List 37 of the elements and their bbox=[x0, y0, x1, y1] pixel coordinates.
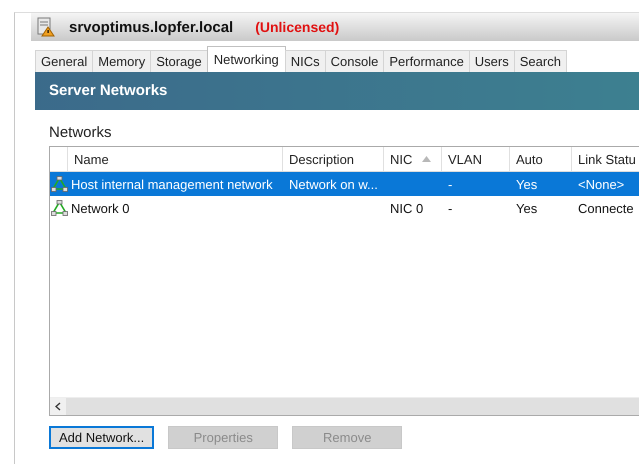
column-header[interactable]: Link Statu bbox=[572, 147, 639, 171]
table-row[interactable]: Network 0 NIC 0 - Yes Connecte bbox=[50, 196, 639, 220]
table-row[interactable]: Host internal management network Network on w... - Yes <None> bbox=[50, 172, 639, 196]
scroll-left-icon[interactable] bbox=[50, 398, 66, 415]
table-cell: Yes bbox=[516, 176, 538, 192]
license-status: (Unlicensed) bbox=[255, 19, 340, 35]
table-cell: - bbox=[448, 176, 452, 192]
table-cell: Host internal management network bbox=[71, 176, 273, 192]
tab[interactable]: NICs bbox=[284, 50, 326, 72]
action-button[interactable]: Add Network... bbox=[49, 426, 154, 449]
table-cell: <None> bbox=[578, 176, 624, 192]
column-header[interactable]: NIC bbox=[384, 147, 442, 171]
table-cell: NIC 0 bbox=[390, 200, 424, 216]
section-header: Server Networks bbox=[35, 72, 639, 110]
window-title: srvoptimus.lopfer.local bbox=[69, 18, 234, 36]
table-cell: Network on w... bbox=[289, 176, 378, 192]
server-warning-icon bbox=[37, 17, 55, 37]
tab[interactable]: Networking bbox=[206, 46, 286, 72]
column-header[interactable]: Description bbox=[283, 147, 384, 171]
section-label: Networks bbox=[49, 124, 113, 143]
tab[interactable]: Storage bbox=[150, 50, 208, 72]
tab[interactable]: Memory bbox=[92, 50, 152, 72]
tab[interactable]: Console bbox=[324, 50, 384, 72]
tab[interactable]: Search bbox=[514, 50, 567, 72]
column-header[interactable]: VLAN bbox=[442, 147, 510, 171]
network-icon bbox=[50, 176, 68, 192]
horizontal-scrollbar[interactable] bbox=[50, 397, 639, 415]
table-cell: Yes bbox=[516, 200, 538, 216]
column-header[interactable]: Name bbox=[68, 147, 283, 171]
network-icon bbox=[50, 200, 68, 216]
tab[interactable]: Performance bbox=[383, 50, 470, 72]
tab[interactable]: General bbox=[35, 50, 94, 72]
tab[interactable]: Users bbox=[468, 50, 515, 72]
table-cell: Network 0 bbox=[71, 200, 130, 216]
table-cell: - bbox=[448, 200, 452, 216]
table-cell: Connecte bbox=[578, 200, 634, 216]
column-header[interactable]: Auto bbox=[510, 147, 572, 171]
